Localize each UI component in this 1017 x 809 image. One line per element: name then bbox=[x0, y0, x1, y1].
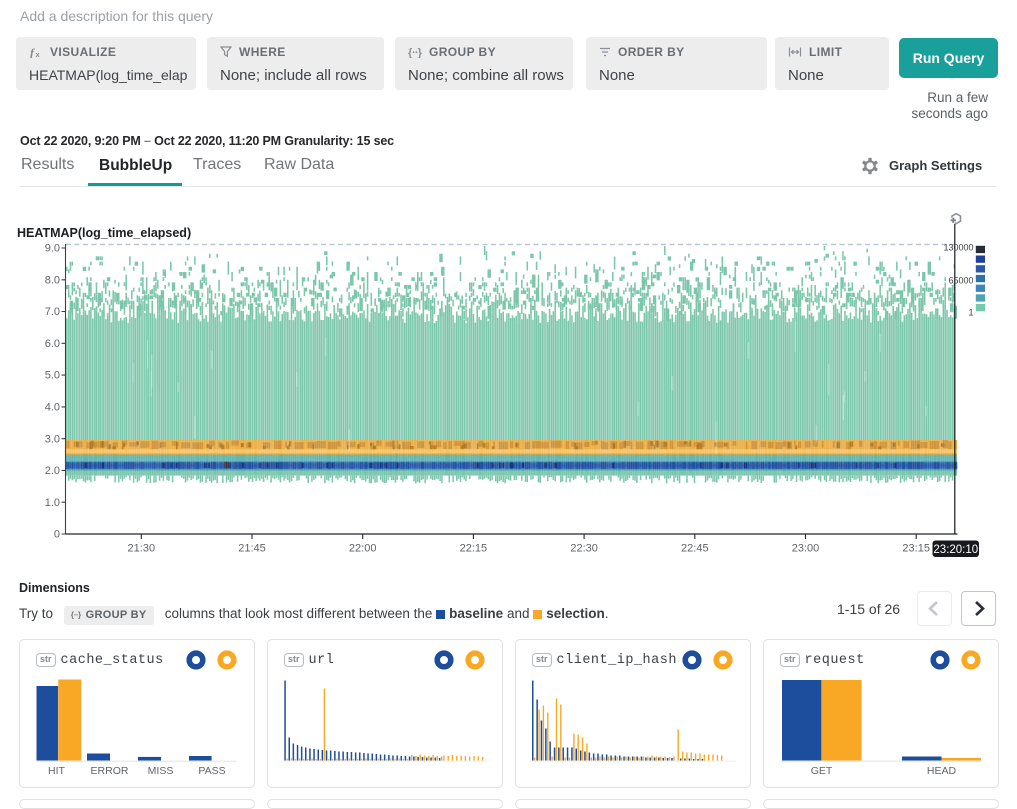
svg-text:0: 0 bbox=[54, 529, 60, 541]
svg-text:23:00: 23:00 bbox=[792, 543, 820, 555]
svg-text:21:45: 21:45 bbox=[238, 543, 266, 555]
svg-text:f: f bbox=[30, 46, 35, 58]
svg-text:9.0: 9.0 bbox=[45, 243, 60, 255]
svg-text:5.0: 5.0 bbox=[45, 370, 60, 382]
svg-text:22:45: 22:45 bbox=[681, 543, 709, 555]
svg-text:21:30: 21:30 bbox=[128, 543, 156, 555]
svg-text:22:30: 22:30 bbox=[570, 543, 598, 555]
svg-text:{: { bbox=[71, 611, 75, 620]
svg-text:HEAD: HEAD bbox=[927, 765, 957, 777]
svg-text:PASS: PASS bbox=[198, 765, 225, 777]
svg-text:GET: GET bbox=[811, 765, 833, 777]
svg-text:22:15: 22:15 bbox=[460, 543, 488, 555]
svg-text:65000: 65000 bbox=[948, 276, 973, 286]
svg-text:1.0: 1.0 bbox=[45, 497, 60, 509]
svg-text:23:15: 23:15 bbox=[902, 543, 930, 555]
svg-text:ERROR: ERROR bbox=[91, 765, 129, 777]
svg-text:}: } bbox=[418, 47, 422, 58]
svg-text:22:00: 22:00 bbox=[349, 543, 377, 555]
svg-text:8.0: 8.0 bbox=[45, 274, 60, 286]
svg-text:4.0: 4.0 bbox=[45, 402, 60, 414]
svg-text:x: x bbox=[36, 50, 41, 58]
svg-text:}: } bbox=[78, 611, 82, 620]
svg-text:1: 1 bbox=[968, 308, 973, 318]
svg-text:6.0: 6.0 bbox=[45, 338, 60, 350]
svg-text:130000: 130000 bbox=[943, 243, 973, 253]
svg-text:HIT: HIT bbox=[48, 765, 66, 777]
svg-text:{: { bbox=[408, 47, 413, 58]
svg-text:23:20:10: 23:20:10 bbox=[933, 544, 978, 556]
svg-text:3.0: 3.0 bbox=[45, 433, 60, 445]
svg-text:2.0: 2.0 bbox=[45, 465, 60, 477]
svg-text:MISS: MISS bbox=[148, 765, 174, 777]
svg-text:7.0: 7.0 bbox=[45, 306, 60, 318]
